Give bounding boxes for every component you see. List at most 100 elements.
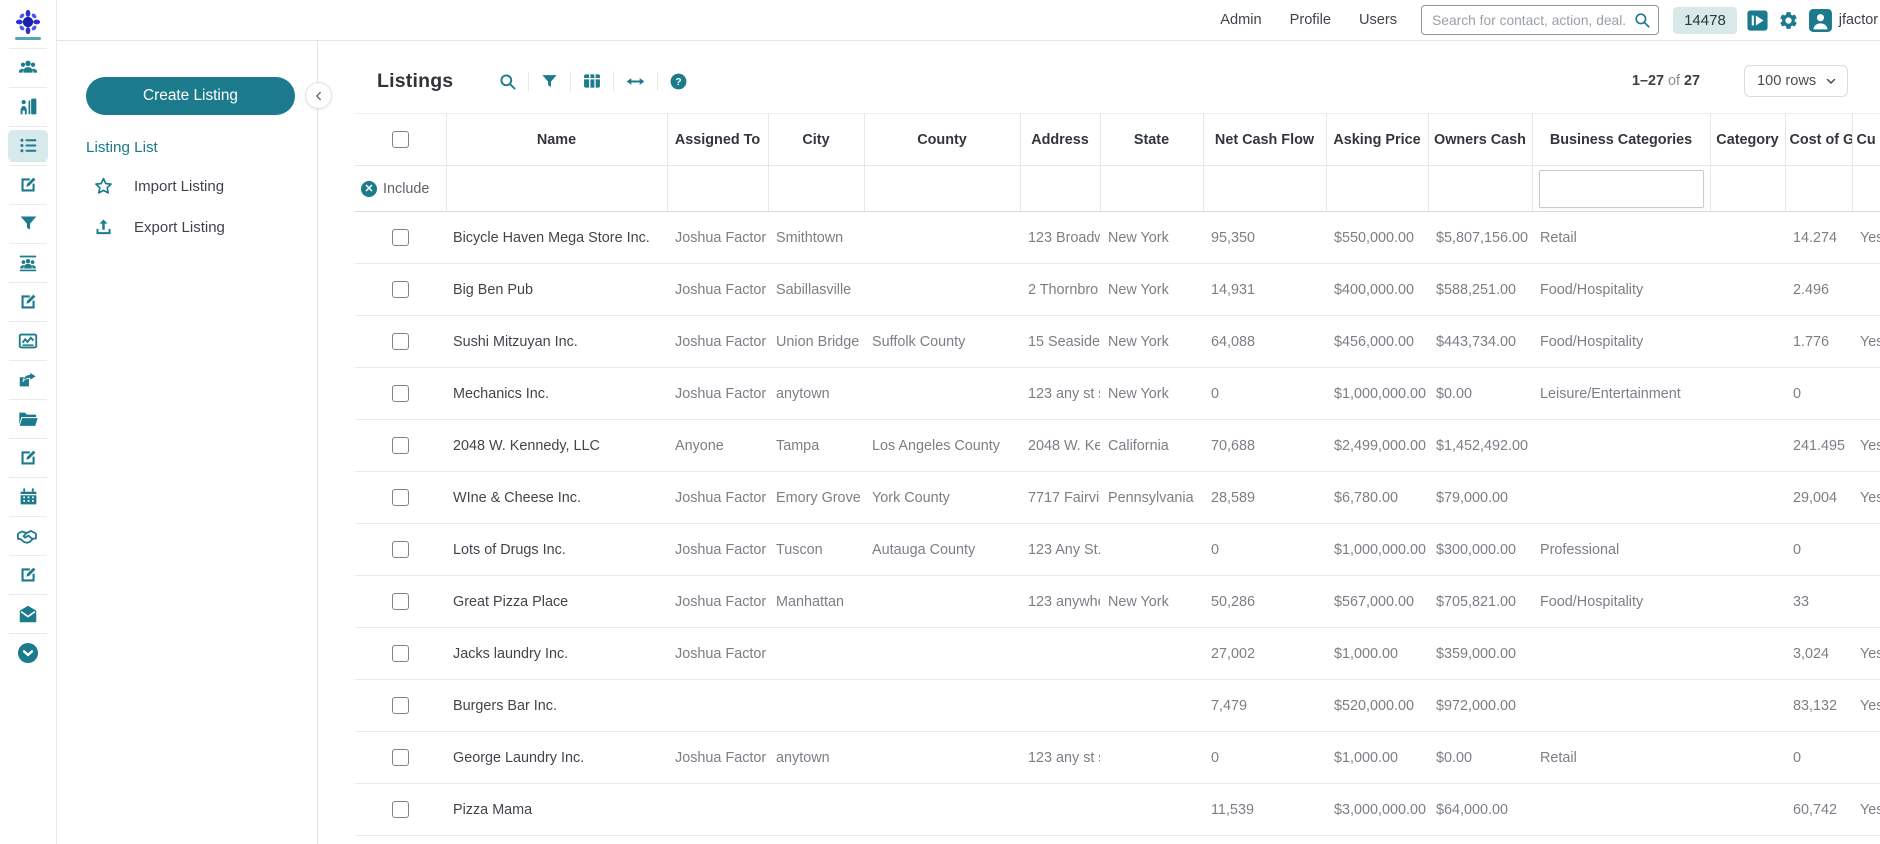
include-filter-chip[interactable]: ✕ Include	[361, 180, 440, 197]
cell-owners_cash: $443,734.00	[1428, 315, 1532, 368]
cell-asking_price: $6,780.00	[1326, 471, 1428, 524]
listings-header: Listings ? 1–27 of 27 100 rows	[318, 41, 1880, 113]
column-header-state[interactable]: State	[1100, 113, 1204, 166]
cell-net_cash_flow: 7,479	[1203, 679, 1326, 732]
sidebar-item-more[interactable]	[0, 633, 56, 672]
cell-cost_of_goods: 14.274	[1785, 211, 1852, 264]
row-checkbox[interactable]	[392, 437, 409, 454]
cell-county: Suffolk County	[864, 315, 1020, 368]
row-checkbox[interactable]	[392, 281, 409, 298]
table-row[interactable]: Sushi Mitzuyan Inc. Joshua Factor Union Br…	[355, 315, 1880, 368]
nav-admin[interactable]: Admin	[1220, 12, 1261, 28]
sidebar-item-mail[interactable]	[0, 594, 56, 633]
import-listing-item[interactable]: Import Listing	[93, 176, 317, 197]
select-all-checkbox[interactable]	[391, 131, 409, 148]
remove-filter-icon[interactable]: ✕	[361, 180, 377, 197]
notes-edit-icon	[21, 450, 35, 465]
cell-city	[768, 679, 864, 732]
table-row[interactable]: Bicycle Haven Mega Store Inc. Joshua Fact…	[355, 211, 1880, 264]
columns-icon[interactable]	[570, 71, 613, 91]
cell-county: Autauga County	[864, 523, 1020, 576]
cell-state: New York	[1100, 263, 1203, 316]
sidebar-item-notes[interactable]	[0, 438, 56, 477]
row-checkbox[interactable]	[392, 489, 409, 506]
sidebar-item-edit[interactable]	[0, 165, 56, 204]
sidebar-item-team[interactable]	[0, 243, 56, 282]
slideout-panel-icon[interactable]	[1746, 9, 1769, 32]
filter-funnel-icon	[20, 216, 36, 230]
sidebar-item-filter[interactable]	[0, 204, 56, 243]
sidebar-item-contacts[interactable]	[0, 48, 56, 87]
rows-per-page-select[interactable]: 100 rows	[1744, 65, 1848, 97]
sidebar-item-forms[interactable]	[0, 555, 56, 594]
row-checkbox[interactable]	[392, 645, 409, 662]
row-checkbox[interactable]	[392, 801, 409, 818]
sidebar-item-share[interactable]	[0, 360, 56, 399]
column-header-address[interactable]: Address	[1020, 113, 1101, 166]
column-header-assigned_to[interactable]: Assigned To	[667, 113, 769, 166]
table-row[interactable]: Great Pizza Place Joshua Factor Manhattan 1…	[355, 575, 1880, 628]
cell-county	[864, 367, 1020, 420]
icon-rail	[0, 0, 57, 844]
cell-name: Burgers Bar Inc.	[446, 679, 667, 732]
row-checkbox[interactable]	[392, 593, 409, 610]
column-header-net_cash_flow[interactable]: Net Cash Flow	[1203, 113, 1327, 166]
sidebar-item-recruiting[interactable]	[0, 87, 56, 126]
table-row[interactable]: Burgers Bar Inc. 7,479 $520,000.00 $972,000…	[355, 679, 1880, 732]
column-header-city[interactable]: City	[768, 113, 865, 166]
cell-name: Great Pizza Place	[446, 575, 667, 628]
sidebar-item-calendar[interactable]	[0, 477, 56, 516]
row-checkbox[interactable]	[392, 697, 409, 714]
username-label[interactable]: jfactor	[1839, 12, 1878, 28]
table-row[interactable]: Big Ben Pub Joshua Factor Sabillasville 2 T…	[355, 263, 1880, 316]
table-row[interactable]: Lots of Drugs Inc. Joshua Factor Tuscon Aut…	[355, 523, 1880, 576]
row-checkbox[interactable]	[392, 749, 409, 766]
row-checkbox[interactable]	[392, 333, 409, 350]
table-row[interactable]: Mechanics Inc. Joshua Factor anytown 123 an…	[355, 367, 1880, 420]
nav-profile[interactable]: Profile	[1290, 12, 1331, 28]
cell-net_cash_flow: 64,088	[1203, 315, 1326, 368]
column-header-asking_price[interactable]: Asking Price	[1326, 113, 1429, 166]
cell-address: 123 any st s	[1020, 731, 1100, 784]
column-header-cost_of_goods[interactable]: Cost of Goods	[1785, 113, 1853, 166]
help-icon[interactable]: ?	[657, 71, 699, 91]
row-checkbox[interactable]	[392, 229, 409, 246]
gear-icon[interactable]	[1778, 10, 1799, 31]
row-checkbox[interactable]	[392, 385, 409, 402]
column-header-cu[interactable]: Cu	[1852, 113, 1880, 166]
nav-users[interactable]: Users	[1359, 12, 1397, 28]
sidebar-item-folder[interactable]	[0, 399, 56, 438]
table-row[interactable]: Jacks laundry Inc. Joshua Factor 27,002 $1,…	[355, 627, 1880, 680]
global-search-input[interactable]	[1421, 5, 1660, 35]
sidebar-item-report-card[interactable]	[0, 321, 56, 360]
resize-horizontal-icon[interactable]	[613, 70, 657, 92]
column-header-county[interactable]: County	[864, 113, 1021, 166]
column-header-name[interactable]: Name	[446, 113, 668, 166]
column-header-owners_cash[interactable]: Owners Cash	[1428, 113, 1533, 166]
table-row[interactable]: George Laundry Inc. Joshua Factor anytown 1…	[355, 731, 1880, 784]
row-checkbox-cell	[355, 627, 446, 680]
table-row[interactable]: WIne & Cheese Inc. Joshua Factor Emory Gro…	[355, 471, 1880, 524]
table-row[interactable]: 2048 W. Kennedy, LLC Anyone Tampa Los Angel…	[355, 419, 1880, 472]
search-icon[interactable]	[1633, 11, 1651, 29]
search-icon[interactable]	[487, 72, 528, 91]
notification-count-badge[interactable]: 14478	[1673, 6, 1737, 34]
export-listing-item[interactable]: Export Listing	[93, 217, 317, 238]
filter-icon[interactable]	[528, 71, 570, 91]
listing-list-link[interactable]: Listing List	[86, 139, 317, 156]
cell-net_cash_flow: 0	[1203, 731, 1326, 784]
cell-name: Big Ben Pub	[446, 263, 667, 316]
panel-collapse-button[interactable]	[305, 82, 332, 109]
row-checkbox-cell	[355, 419, 446, 472]
sidebar-item-compose[interactable]	[0, 282, 56, 321]
avatar-icon[interactable]	[1808, 8, 1833, 33]
business-categories-filter-input[interactable]	[1538, 169, 1704, 208]
app-logo[interactable]	[0, 0, 56, 48]
column-header-business_categories[interactable]: Business Categories	[1532, 113, 1711, 166]
sidebar-item-deals[interactable]	[0, 516, 56, 555]
row-checkbox[interactable]	[392, 541, 409, 558]
table-row[interactable]: Pizza Mama 11,539 $3,000,000.00 $64,000.00 6…	[355, 783, 1880, 836]
sidebar-item-listings[interactable]	[0, 126, 56, 165]
column-header-category[interactable]: Category	[1710, 113, 1786, 166]
create-listing-button[interactable]: Create Listing	[86, 77, 295, 115]
